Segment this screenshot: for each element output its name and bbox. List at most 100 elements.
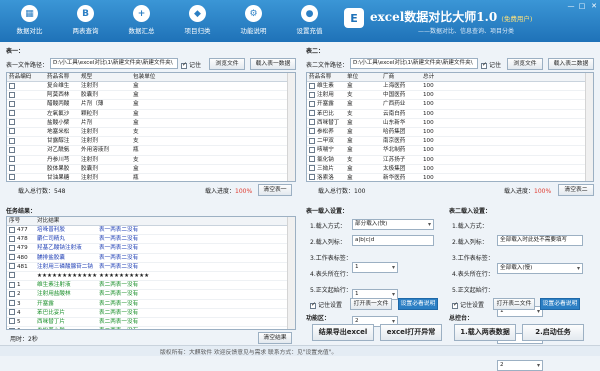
table-row[interactable]: 阿莫西林 胶囊剂 盒: [7, 91, 287, 101]
table-row[interactable]: 三拗片 盒 太极集团 100: [307, 165, 585, 174]
row-checkbox[interactable]: [309, 119, 315, 126]
table-row[interactable]: 左氧氟沙 颗粒剂 盒: [7, 110, 287, 119]
toolbar-button-4[interactable]: ⚙ 功能说明: [226, 3, 281, 39]
table1-load-button[interactable]: 载入表一数据: [250, 58, 296, 70]
t2-help-button[interactable]: 设置必看说明: [540, 298, 580, 310]
row-checkbox[interactable]: [9, 165, 15, 172]
maximize-button[interactable]: □: [577, 2, 587, 10]
row-checkbox[interactable]: [9, 137, 15, 144]
row-checkbox[interactable]: [309, 174, 315, 181]
minimize-button[interactable]: —: [566, 2, 576, 10]
results-clear-button[interactable]: 清空结果: [258, 332, 292, 344]
t1-cols-input[interactable]: a|b|c|d: [352, 235, 434, 246]
row-checkbox[interactable]: [309, 100, 315, 107]
table1-scrollbar[interactable]: [287, 73, 295, 181]
result-row[interactable]: 6 参松养心胶表二两表一没有: [7, 327, 287, 329]
toolbar-button-1[interactable]: B 两表查询: [58, 3, 113, 39]
result-row[interactable]: 4 苯巴比妥片 表二两表一没有: [7, 309, 287, 318]
table-row[interactable]: 苯巴比 支 云南白药 100: [307, 110, 585, 119]
toolbar-button-3[interactable]: ◆ 项目归类: [170, 3, 225, 39]
column-header[interactable]: 厂商: [381, 73, 421, 81]
toolbar-button-5[interactable]: ● 设置充值: [282, 3, 337, 39]
table2-clear-button[interactable]: 清空表二: [558, 184, 594, 196]
t2-mode-select[interactable]: 全部载入(慢): [497, 263, 583, 274]
table2-browse-button[interactable]: 浏览文件: [507, 58, 543, 70]
t1-remember-checkbox[interactable]: [310, 301, 316, 309]
column-header[interactable]: 药品名称: [45, 73, 79, 81]
t1-remember[interactable]: 记住设置: [310, 300, 342, 309]
row-checkbox[interactable]: [9, 156, 15, 162]
row-checkbox[interactable]: [9, 226, 15, 233]
open-table2-button[interactable]: 打开表二文件: [493, 298, 535, 310]
t1-help-button[interactable]: 设置必看说明: [398, 298, 438, 310]
close-button[interactable]: ✕: [589, 2, 599, 10]
result-row[interactable]: 480 脯排盐胶囊 表一两表二没有: [7, 254, 287, 263]
table-row[interactable]: 洛索洛 盒 新华医药 100: [307, 174, 585, 181]
row-checkbox[interactable]: [309, 110, 315, 117]
row-checkbox[interactable]: [9, 110, 15, 117]
row-checkbox[interactable]: [9, 128, 15, 135]
row-checkbox[interactable]: [9, 290, 15, 297]
t2-cols-input[interactable]: 全部载入时此处不需要填写: [497, 235, 583, 246]
row-checkbox[interactable]: [309, 91, 315, 98]
table1-grid[interactable]: 药品编码 药品名称 规型 包装单位 复合维生 注射剂盒阿莫西林 胶囊剂盒醋酸丙酸 片剂（薄盒…: [6, 72, 296, 182]
t2-remember-checkbox[interactable]: [452, 301, 458, 309]
table1-browse-button[interactable]: 浏览文件: [209, 58, 245, 70]
row-checkbox[interactable]: [9, 281, 15, 288]
row-checkbox[interactable]: [9, 327, 15, 329]
excel-open-error-button[interactable]: excel打开异常: [380, 324, 442, 341]
table-row[interactable]: 复合维生 注射剂 盒: [7, 82, 287, 92]
table-row[interactable]: 对乙酰氨 外用溶液剂 瓶: [7, 146, 287, 156]
result-row[interactable]: 479 羟基乙酸钠注射液 表一两表二没有: [7, 244, 287, 254]
table1-remember[interactable]: 记住: [181, 60, 201, 69]
result-row[interactable]: 5 西咪替丁片 表二两表一没有: [7, 318, 287, 328]
table-row[interactable]: 醋酸丙酸 片剂（薄 盒: [7, 100, 287, 110]
result-row[interactable]: 481 注射用三磷酸腺苷二钠 表一两表二没有: [7, 263, 287, 272]
table-row[interactable]: 地塞米松 注射剂 支: [7, 128, 287, 138]
result-row[interactable]: 477 培哚普利胶 表一两表二没有: [7, 226, 287, 236]
row-checkbox[interactable]: [9, 244, 15, 251]
table-row[interactable]: 参松养 盒 哈药集团 100: [307, 128, 585, 138]
export-excel-button[interactable]: 结果导出excel: [312, 324, 374, 341]
table1-clear-button[interactable]: 清空表一: [258, 184, 292, 196]
row-checkbox[interactable]: [9, 91, 15, 98]
table-row[interactable]: 甘油果糖 注射剂 瓶: [7, 174, 287, 181]
t2-remember[interactable]: 记住设置: [452, 300, 484, 309]
result-row[interactable]: 478 麝仁司精丸 表一两表二没有: [7, 235, 287, 245]
row-checkbox[interactable]: [9, 272, 15, 279]
row-checkbox[interactable]: [309, 156, 315, 162]
results-scrollbar[interactable]: [287, 217, 295, 329]
row-checkbox[interactable]: [309, 146, 315, 153]
table2-grid[interactable]: 药品名称 单位 厂商 总计 维生素盒上海医药 100 注射用支中国医药 100 开塞露盒广西药…: [306, 72, 594, 182]
result-row[interactable]: ★★★★★★★★★★★★★ ★★★★★★★★★★: [7, 272, 287, 282]
row-checkbox[interactable]: [9, 263, 15, 270]
table2-remember-checkbox[interactable]: [481, 61, 487, 69]
load-both-button[interactable]: 1.载入两表数据: [454, 324, 516, 341]
row-checkbox[interactable]: [9, 254, 15, 261]
row-checkbox[interactable]: [309, 128, 315, 135]
t1-mode-select[interactable]: 部分载入(快): [352, 219, 434, 230]
table-row[interactable]: 二甲双 盒 南京医药 100: [307, 137, 585, 147]
row-checkbox[interactable]: [9, 318, 15, 325]
table-row[interactable]: 盐酸小檗 片剂 盒: [7, 119, 287, 128]
table-row[interactable]: 开塞露 盒 广西药业 100: [307, 100, 585, 110]
result-row[interactable]: 3 开塞露 表二两表一没有: [7, 300, 287, 309]
table-row[interactable]: 咳喘宁 盒 华北制药 100: [307, 146, 585, 156]
table-row[interactable]: 氯化钠 支 江苏扬子 100: [307, 156, 585, 165]
row-checkbox[interactable]: [9, 82, 15, 89]
t2-text-row-select[interactable]: 2: [497, 360, 543, 371]
column-header[interactable]: 总计: [421, 73, 461, 81]
toolbar-button-2[interactable]: + 数据汇总: [114, 3, 169, 39]
table2-path-input[interactable]: D:\小工具\excel对比\1\新建文件夹\新建文件夹\: [350, 58, 478, 69]
results-grid[interactable]: 序号 对比结果 477 培哚普利胶 表一两表二没有 478 麝仁司精丸 表一两表二没有 479…: [6, 216, 296, 330]
column-header[interactable]: 药品名称: [307, 73, 345, 81]
table-row[interactable]: 胶体果胶 胶囊剂 盒: [7, 165, 287, 174]
table2-scrollbar[interactable]: [585, 73, 593, 181]
table2-remember[interactable]: 记住: [481, 60, 501, 69]
row-checkbox[interactable]: [9, 100, 15, 107]
row-checkbox[interactable]: [9, 309, 15, 316]
table-row[interactable]: 西咪替丁盒 山东新华 100: [307, 119, 585, 128]
t1-sheet-select[interactable]: 1: [352, 262, 398, 273]
column-header[interactable]: 对比结果: [35, 217, 155, 225]
table1-remember-checkbox[interactable]: [181, 61, 187, 69]
